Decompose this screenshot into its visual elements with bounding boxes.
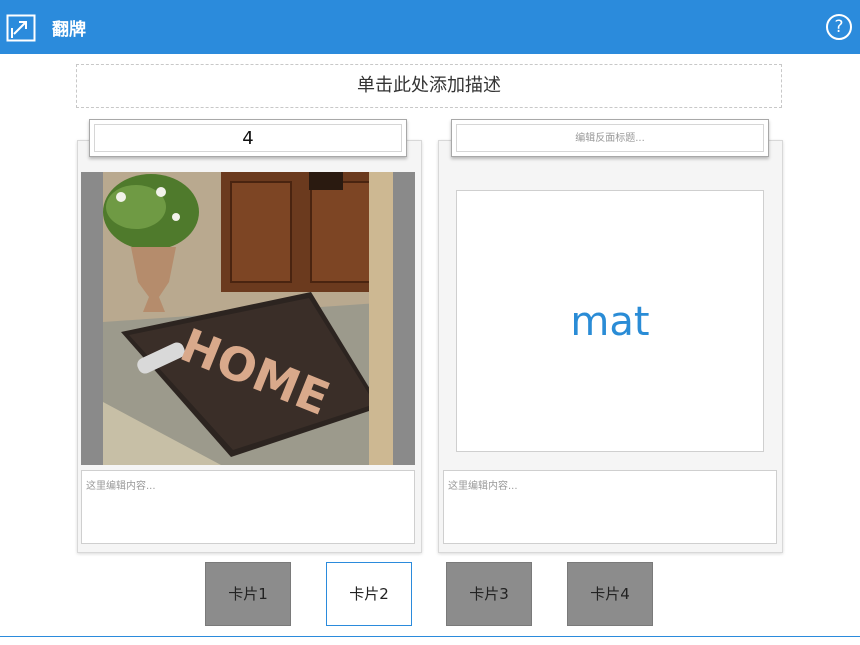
front-content-field[interactable]: 这里编辑内容...	[81, 470, 415, 544]
tab-card-4[interactable]: 卡片4	[567, 562, 653, 626]
doormat-photo: HOME	[103, 172, 393, 465]
front-title-text: 4	[94, 124, 402, 152]
bottom-divider	[0, 636, 860, 637]
help-icon[interactable]: ?	[826, 14, 852, 40]
tab-card-3[interactable]: 卡片3	[446, 562, 532, 626]
back-title-placeholder: 编辑反面标题...	[456, 124, 764, 152]
description-field[interactable]: 单击此处添加描述	[76, 64, 782, 108]
back-word: mat	[456, 190, 764, 452]
app-title: 翻牌	[52, 20, 86, 40]
back-title-field[interactable]: 编辑反面标题...	[451, 119, 769, 157]
tab-card-1[interactable]: 卡片1	[205, 562, 291, 626]
back-content-field[interactable]: 这里编辑内容...	[443, 470, 777, 544]
header-bar: 翻牌 ?	[0, 0, 860, 54]
front-image: HOME	[81, 172, 415, 465]
tab-card-2[interactable]: 卡片2	[326, 562, 412, 626]
front-title-field[interactable]: 4	[89, 119, 407, 157]
flip-card-icon	[6, 14, 36, 42]
